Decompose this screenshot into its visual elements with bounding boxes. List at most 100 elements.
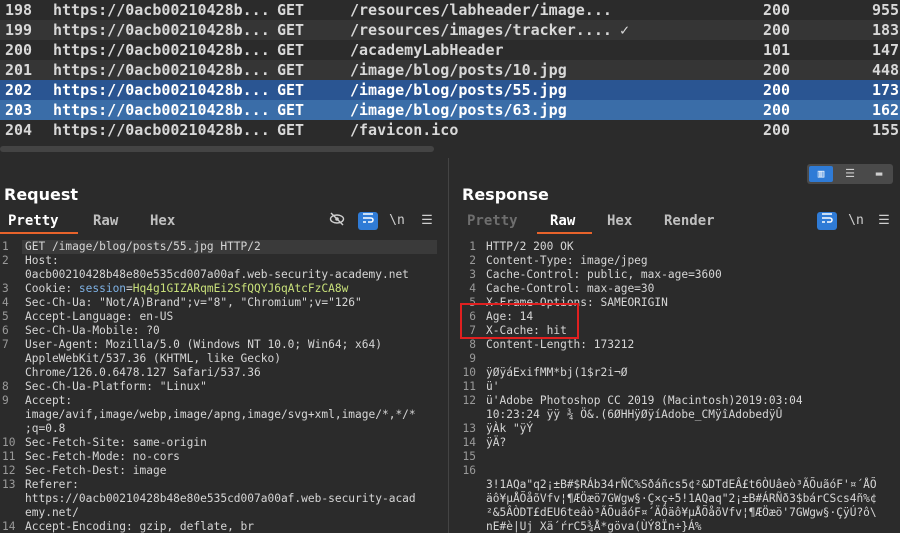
code-line: HTTP/2 200 OK	[486, 240, 574, 254]
tab-raw[interactable]: Raw	[93, 213, 118, 229]
layout-toggle: ▥ ☰ ▬	[807, 164, 893, 184]
line-number: 8	[469, 338, 476, 351]
code-text: ü'Adobe Photoshop CC 2019 (Macintosh)201…	[486, 394, 803, 407]
cell-length: 147	[872, 41, 900, 59]
cell-status: 200	[763, 81, 791, 99]
line-number: 10	[462, 366, 476, 379]
code-text: image/avif,image/webp,image/apng,image/s…	[25, 408, 416, 421]
tab-raw[interactable]: Raw	[550, 213, 575, 229]
code-line: Chrome/126.0.6478.127 Safari/537.36	[25, 366, 261, 380]
table-row[interactable]: 203 https://0acb00210428b... GET/image/blo…	[0, 100, 900, 120]
code-text: Accept:	[25, 394, 73, 407]
active-tab-indicator	[537, 232, 592, 234]
cell-url: /image/blog/posts/63.jpg	[350, 101, 567, 119]
code-text: AppleWebKit/537.36 (KHTML, like Gecko)	[25, 352, 281, 365]
code-text: Cache-Control: max-age=30	[486, 282, 655, 295]
line-number: 1	[2, 240, 9, 253]
code-text: Sec-Fetch-Dest: image	[25, 464, 167, 477]
line-number: 10	[2, 436, 16, 449]
cell-host: https://0acb00210428b...	[53, 1, 270, 19]
tab-pretty[interactable]: Pretty	[8, 213, 59, 229]
code-text: Referer:	[25, 478, 79, 491]
code-text: HTTP/2 200 OK	[486, 240, 574, 253]
tab-hex[interactable]: Hex	[150, 213, 175, 229]
code-line: Content-Length: 173212	[486, 338, 634, 352]
cell-method: GET	[277, 61, 305, 79]
code-line: ;q=0.8	[25, 422, 65, 436]
code-line: Referer:	[25, 478, 79, 492]
code-line: Accept:	[25, 394, 72, 408]
response-tabs: Pretty Raw Hex Render \n ☰	[450, 210, 900, 234]
table-row[interactable]: 204 https://0acb00210428b... GET/favicon.i…	[0, 120, 900, 140]
cell-host: https://0acb00210428b...	[53, 41, 270, 59]
code-text: Sec-Ch-Ua: "Not/A)Brand";v="8", "Chromiu…	[25, 296, 362, 309]
code-line: emy.net/	[25, 506, 79, 520]
tab-hex[interactable]: Hex	[607, 213, 632, 229]
newline-toggle-icon[interactable]: \n	[387, 212, 407, 230]
cell-host: https://0acb00210428b...	[53, 21, 270, 39]
cell-method: GET	[277, 101, 305, 119]
cell-num: 203	[5, 101, 33, 119]
wrap-lines-icon[interactable]	[358, 212, 378, 230]
table-row[interactable]: 201 https://0acb00210428b... GET/image/blo…	[0, 60, 900, 80]
request-tabs: Pretty Raw Hex \n ☰	[0, 210, 448, 234]
tab-pretty[interactable]: Pretty	[467, 213, 518, 229]
code-text: Content-Length: 173212	[486, 338, 635, 351]
single-pane-layout-icon[interactable]: ▬	[867, 166, 891, 182]
code-line: Sec-Fetch-Site: same-origin	[25, 436, 207, 450]
line-number: 14	[462, 436, 476, 449]
highlight-annotation-box	[460, 303, 579, 339]
code-line: ÿØÿáExifMM*bj(1$r2i¬Ø	[486, 366, 627, 380]
code-text: 3!1AQa"q2¡±B#$RÁb34rÑC%Sðáñcs5¢²&DTdEÂ£t…	[486, 478, 877, 491]
code-line: Sec-Ch-Ua: "Not/A)Brand";v="8", "Chromiu…	[25, 296, 362, 310]
response-pane: ▥ ☰ ▬ Response Pretty Raw Hex Render \n …	[450, 158, 900, 533]
response-editor[interactable]: 1 HTTP/2 200 OK 2 Content-Type: image/jpeg 3…	[450, 238, 900, 533]
hamburger-menu-icon[interactable]: ☰	[874, 212, 894, 230]
wrap-lines-icon[interactable]	[817, 212, 837, 230]
code-text: emy.net/	[25, 506, 79, 519]
code-line: Sec-Fetch-Mode: no-cors	[25, 450, 180, 464]
code-text: ÿÀk "ÿÝ	[486, 422, 534, 435]
code-line: Sec-Ch-Ua-Mobile: ?0	[25, 324, 160, 338]
table-row[interactable]: 199 https://0acb00210428b... GET/resources…	[0, 20, 900, 40]
hamburger-menu-icon[interactable]: ☰	[417, 212, 437, 230]
code-text: https://0acb00210428b48e80e535cd007a00af…	[25, 492, 416, 505]
code-line: image/avif,image/webp,image/apng,image/s…	[25, 408, 416, 422]
code-text: ²&5ÂÒDT£dEU6teâò³ÃÕuãóF¤´ÄÔäô¥µÅÕåõVfv¦¶…	[486, 506, 877, 519]
code-line: https://0acb00210428b48e80e535cd007a00af…	[25, 492, 416, 506]
tab-render[interactable]: Render	[664, 213, 715, 229]
table-row[interactable]: 198 https://0acb00210428b... GET/resources…	[0, 0, 900, 20]
cookie-value: Hq4g1GIZARqmEi2SfQQYJ6qAtcFzCA8w	[132, 282, 349, 295]
code-line: GET /image/blog/posts/55.jpg HTTP/2	[25, 240, 261, 254]
stacked-layout-icon[interactable]: ☰	[838, 166, 862, 182]
line-number: 15	[462, 450, 476, 463]
cell-url: /image/blog/posts/55.jpg	[350, 81, 567, 99]
code-text: Sec-Ch-Ua-Platform: "Linux"	[25, 380, 207, 393]
code-text: ü'	[486, 380, 500, 393]
cell-url: /resources/images/tracker....	[350, 21, 612, 39]
code-text: ÿÄ?	[486, 436, 507, 449]
cell-url: /academyLabHeader	[350, 41, 504, 59]
code-line: ²&5ÂÒDT£dEU6teâò³ÃÕuãóF¤´ÄÔäô¥µÅÕåõVfv¦¶…	[486, 506, 877, 520]
horizontal-scrollbar[interactable]	[0, 146, 434, 152]
code-line: AppleWebKit/537.36 (KHTML, like Gecko)	[25, 352, 281, 366]
side-by-side-layout-icon[interactable]: ▥	[809, 166, 833, 182]
cell-status: 200	[763, 1, 791, 19]
code-line: Cache-Control: max-age=30	[486, 282, 654, 296]
cell-method: GET	[277, 21, 305, 39]
code-text: Accept-Language: en-US	[25, 310, 174, 323]
table-row[interactable]: 202 https://0acb00210428b... GET/image/blo…	[0, 80, 900, 100]
code-line: Sec-Ch-Ua-Platform: "Linux"	[25, 380, 207, 394]
hide-eye-icon[interactable]	[327, 212, 347, 230]
request-title: Request	[4, 185, 79, 204]
line-number: 3	[469, 268, 476, 281]
line-number: 14	[2, 520, 16, 533]
request-editor[interactable]: 1 GET /image/blog/posts/55.jpg HTTP/2 2 Hos…	[0, 238, 448, 533]
newline-toggle-icon[interactable]: \n	[846, 212, 866, 230]
table-row[interactable]: 200 https://0acb00210428b... GET/academyLa…	[0, 40, 900, 60]
code-text: Cookie:	[25, 282, 79, 295]
line-number: 3	[2, 282, 9, 295]
cell-url: /favicon.ico	[350, 121, 459, 139]
code-line: nE#è|Uj Xä´ŕrC5¾Å*göva(ÙÝ8Ïn÷}Á%	[486, 520, 702, 533]
code-text: ÿØÿáExifMM*bj(1$r2i¬Ø	[486, 366, 628, 379]
